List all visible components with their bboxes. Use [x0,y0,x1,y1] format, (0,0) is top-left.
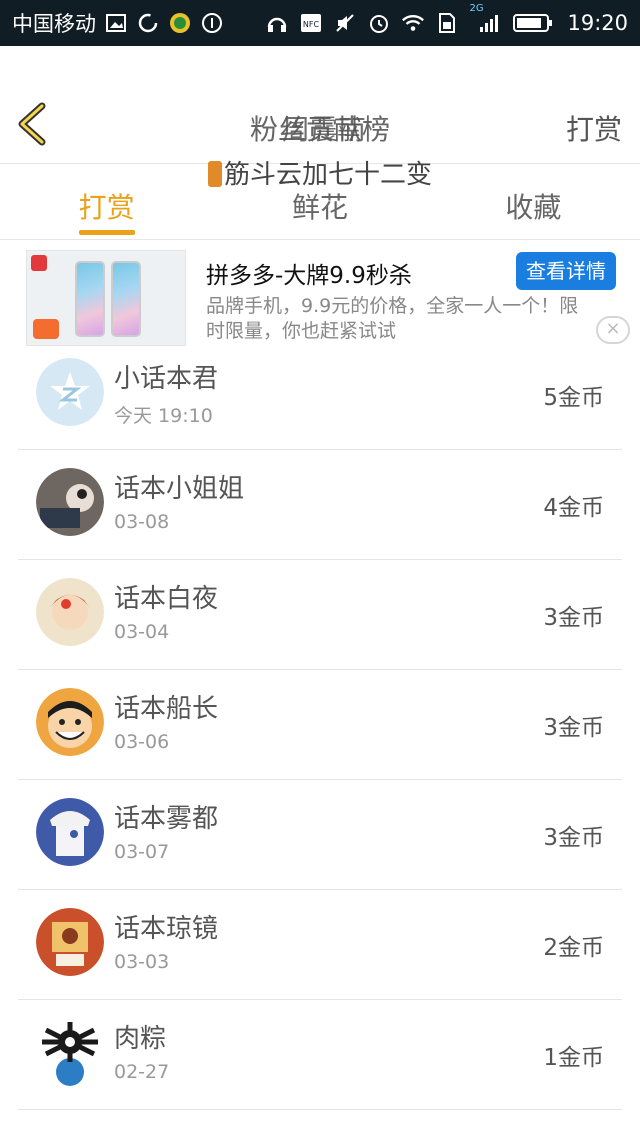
price-sticker-icon [33,319,59,339]
reward-date: 今天 19:10 [114,405,213,427]
alarm-icon [367,11,391,35]
nfc-icon: NFC [299,11,323,35]
user-name: 话本白夜 [114,584,219,614]
reward-list: 小话本君 今天 19:10 5金币 话本小姐姐 03-08 4金币 话本白夜 0… [18,340,622,1110]
gallery-icon [104,11,128,35]
avatar [36,1018,104,1086]
title-overlay: 周震南 [0,108,640,148]
ad-description: 品牌手机，9.9元的价格，全家一人一个！限时限量，你也赶紧试试 [206,295,579,342]
avatar [36,798,104,866]
coin-amount: 4金币 [543,495,604,521]
ad-image [26,250,186,346]
coin-amount: 3金币 [543,825,604,851]
user-name: 话本雾都 [114,804,219,834]
ad-banner[interactable]: 拼多多-大牌9.9秒杀 品牌手机，9.9元的价格，全家一人一个！限时限量，你也赶… [0,242,640,348]
list-item[interactable]: 话本小姐姐 03-08 4金币 [18,450,622,560]
user-name: 话本船长 [114,694,219,724]
phone-image-icon [75,261,105,337]
mute-icon [333,11,357,35]
reward-button[interactable]: 打赏 [566,108,622,148]
coin-amount: 3金币 [543,605,604,631]
pinduoduo-logo-icon [31,255,47,271]
reward-date: 03-06 [114,731,170,753]
coin-amount: 5金币 [543,385,604,411]
headphones-icon [265,11,289,35]
reward-date: 03-07 [114,841,170,863]
tab-bar: 打赏 鲜花 收藏 [0,164,640,240]
coin-amount: 2金币 [543,935,604,961]
user-name: 肉粽 [114,1024,167,1054]
user-name: 话本琼镜 [114,914,219,944]
network-type-label: 2G [469,3,484,14]
user-name: 小话本君 [114,364,219,394]
avatar [36,908,104,976]
wifi-icon [401,11,425,35]
reward-date: 03-03 [114,951,170,973]
battery-icon [513,11,553,35]
carrier-label: 中国移动 [12,12,96,36]
coin-amount: 1金币 [543,1045,604,1071]
reward-date: 03-08 [114,511,170,533]
reward-date: 03-04 [114,621,170,643]
header: 粉丝贡献榜 周震南 筋斗云加七十二变 打赏 [0,46,640,190]
avatar [36,688,104,756]
sim-icon [435,11,459,35]
user-name: 话本小姐姐 [114,474,245,504]
sync-icon [136,11,160,35]
tab-flowers[interactable]: 鲜花 [213,164,426,239]
title-overlay-text: 周震南 [281,113,366,146]
ad-title: 拼多多-大牌9.9秒杀 [206,263,412,289]
list-item[interactable]: 肉粽 02-27 1金币 [18,1000,622,1110]
tab-reward[interactable]: 打赏 [0,164,213,239]
reward-date: 02-27 [114,1061,170,1083]
hotspot-icon [200,11,224,35]
list-item[interactable]: 话本雾都 03-07 3金币 [18,780,622,890]
list-item[interactable]: 小话本君 今天 19:10 5金币 [18,340,622,450]
avatar [36,358,104,426]
phone-image-icon [111,261,141,337]
avatar [36,578,104,646]
tab-favorites[interactable]: 收藏 [427,164,640,239]
svg-text:NFC: NFC [303,20,320,29]
list-item[interactable]: 话本船长 03-06 3金币 [18,670,622,780]
clock: 19:20 [567,11,628,35]
list-item[interactable]: 话本白夜 03-04 3金币 [18,560,622,670]
signal-icon: 2G [469,3,503,35]
ad-details-button[interactable]: 查看详情 [516,252,616,290]
coin-amount: 3金币 [543,715,604,741]
list-item[interactable]: 话本琼镜 03-03 2金币 [18,890,622,1000]
status-bar: 中国移动 NFC 2G 19:20 [0,0,640,46]
app-icon [168,11,192,35]
avatar [36,468,104,536]
